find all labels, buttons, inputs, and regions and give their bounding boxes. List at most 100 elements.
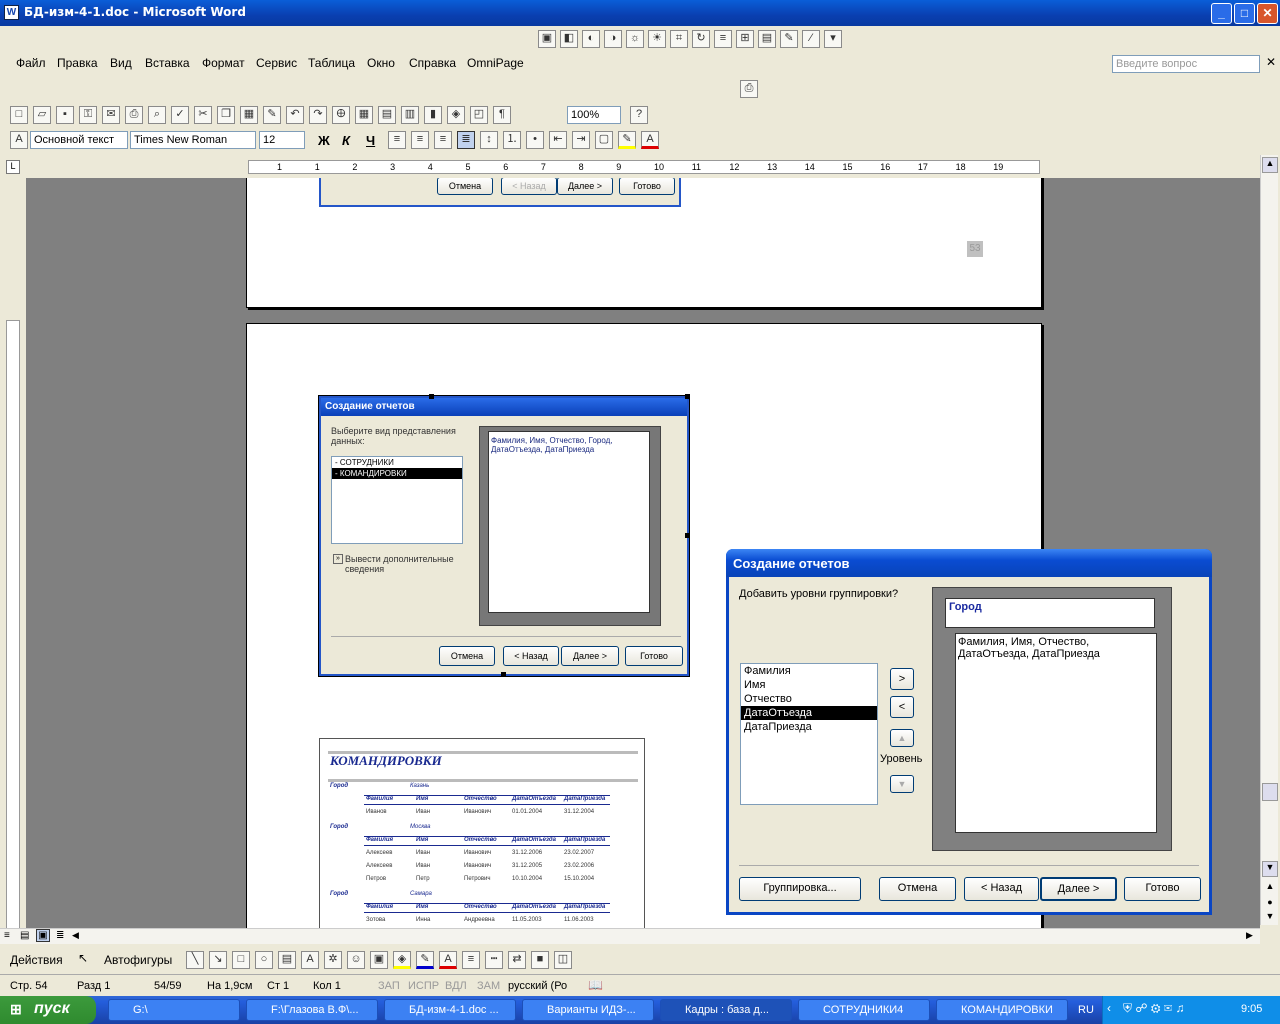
- bullets-icon[interactable]: •: [526, 131, 544, 149]
- picture-icon[interactable]: ▣: [370, 951, 388, 969]
- align-left-icon[interactable]: ≡: [388, 131, 406, 149]
- style-select[interactable]: Основной текст: [30, 131, 128, 149]
- line-style-icon[interactable]: ≡: [462, 951, 480, 969]
- small-dialog-image[interactable]: Создание отчетов Выберите вид представле…: [318, 395, 690, 677]
- priority-up-button[interactable]: ▲: [890, 729, 914, 747]
- tray-icons[interactable]: ⛨ ☍ ⚙ ✉ ♫: [1123, 1001, 1184, 1016]
- menu-file[interactable]: Файл: [16, 56, 46, 70]
- menu-table[interactable]: Таблица: [308, 56, 355, 70]
- permission-icon[interactable]: ⚿: [79, 106, 97, 124]
- scroll-right-icon[interactable]: ▶: [1246, 930, 1253, 941]
- undo-icon[interactable]: ↶: [286, 106, 304, 124]
- add-group-button[interactable]: >: [890, 668, 914, 690]
- copy-icon[interactable]: ❐: [217, 106, 235, 124]
- resize-handle[interactable]: [429, 394, 434, 399]
- resize-handle[interactable]: [685, 533, 690, 538]
- spelling-icon[interactable]: ✓: [171, 106, 189, 124]
- menu-edit[interactable]: Правка: [57, 56, 98, 70]
- insert-excel-icon[interactable]: ▥: [401, 106, 419, 124]
- rotate-icon[interactable]: ↻: [692, 30, 710, 48]
- hyperlink-icon[interactable]: 🜨: [332, 106, 350, 124]
- new-icon[interactable]: □: [10, 106, 28, 124]
- less-contrast-icon[interactable]: ◑: [604, 30, 622, 48]
- menu-format[interactable]: Формат: [202, 56, 245, 70]
- menu-view[interactable]: Вид: [110, 56, 132, 70]
- line-spacing-icon[interactable]: ↕: [480, 131, 498, 149]
- actions-menu[interactable]: Действия: [10, 953, 63, 967]
- drawing-icon[interactable]: ◈: [447, 106, 465, 124]
- fields-list[interactable]: Фамилия Имя Отчество ДатаОтъезда ДатаПриезда: [740, 663, 878, 805]
- numbering-icon[interactable]: ⒈: [503, 131, 521, 149]
- email-icon[interactable]: ✉: [102, 106, 120, 124]
- columns-icon[interactable]: ▮: [424, 106, 442, 124]
- close-doc-icon[interactable]: ✕: [1266, 55, 1276, 69]
- omnipage-icon[interactable]: ⎙: [740, 80, 758, 98]
- crop-icon[interactable]: ⌗: [670, 30, 688, 48]
- less-brightness-icon[interactable]: ☀: [648, 30, 666, 48]
- scroll-left-icon[interactable]: ◀: [72, 930, 79, 941]
- grouping-options-button[interactable]: Группировка...: [739, 877, 861, 901]
- field-list-item[interactable]: ДатаПриезда: [741, 720, 877, 734]
- scroll-thumb[interactable]: [1262, 783, 1278, 801]
- outline-view-icon[interactable]: ≣: [56, 930, 64, 941]
- rectangle-icon[interactable]: □: [232, 951, 250, 969]
- task-folder[interactable]: F:\Глазова В.Ф\...: [246, 999, 378, 1021]
- font-size-select[interactable]: 12: [259, 131, 305, 149]
- status-ext[interactable]: ВДЛ: [445, 980, 467, 992]
- print-icon[interactable]: ⎙: [125, 106, 143, 124]
- tab-selector[interactable]: L: [6, 160, 20, 174]
- horizontal-ruler[interactable]: 1 1 2 3 4 5 6 7 8 9 10 11 12 13 14 15 16 17 18 19: [248, 160, 1040, 174]
- vertical-scrollbar[interactable]: ▲ ▼ ▲ ● ▼: [1260, 155, 1278, 925]
- format-picture-icon[interactable]: ✎: [780, 30, 798, 48]
- maximize-button[interactable]: □: [1234, 3, 1255, 24]
- image-control-icon[interactable]: ◧: [560, 30, 578, 48]
- tray-expand-icon[interactable]: ‹: [1107, 1001, 1111, 1015]
- finish-button[interactable]: Готово: [1124, 877, 1201, 901]
- justify-icon[interactable]: ≣: [457, 131, 475, 149]
- browse-object-icon[interactable]: ●: [1262, 897, 1278, 911]
- show-hide-icon[interactable]: ¶: [493, 106, 511, 124]
- insert-picture-icon[interactable]: ▣: [538, 30, 556, 48]
- web-view-icon[interactable]: ▤: [20, 930, 29, 941]
- normal-view-icon[interactable]: ≡: [4, 930, 10, 941]
- oval-icon[interactable]: ○: [255, 951, 273, 969]
- help-icon[interactable]: ?: [630, 106, 648, 124]
- decrease-indent-icon[interactable]: ⇤: [549, 131, 567, 149]
- font-color-icon[interactable]: A: [439, 951, 457, 969]
- open-icon[interactable]: ▱: [33, 106, 51, 124]
- font-color-icon[interactable]: A: [641, 131, 659, 149]
- cut-icon[interactable]: ✂: [194, 106, 212, 124]
- font-select[interactable]: Times New Roman: [130, 131, 256, 149]
- scroll-up-icon[interactable]: ▲: [1262, 157, 1278, 173]
- horizontal-scrollbar[interactable]: ≡ ▤ ▣ ≣ ◀ ▶: [0, 928, 1260, 944]
- save-icon[interactable]: ▪: [56, 106, 74, 124]
- spelling-status-icon[interactable]: 📖: [588, 978, 603, 992]
- close-button[interactable]: ✕: [1257, 3, 1278, 24]
- menu-window[interactable]: Окно: [367, 56, 395, 70]
- language-indicator[interactable]: RU: [1078, 1004, 1094, 1016]
- menu-tools[interactable]: Сервис: [256, 56, 297, 70]
- more-brightness-icon[interactable]: ☼: [626, 30, 644, 48]
- resize-handle[interactable]: [685, 394, 690, 399]
- priority-down-button[interactable]: ▼: [890, 775, 914, 793]
- menu-insert[interactable]: Вставка: [145, 56, 190, 70]
- line-color-icon[interactable]: ✎: [416, 951, 434, 969]
- align-center-icon[interactable]: ≡: [411, 131, 429, 149]
- line-style-icon[interactable]: ≡: [714, 30, 732, 48]
- field-list-item[interactable]: ДатаОтъезда: [741, 706, 877, 720]
- fill-color-icon[interactable]: ◈: [393, 951, 411, 969]
- task-word-doc[interactable]: БД-изм-4-1.doc ...: [384, 999, 516, 1021]
- field-list-item[interactable]: Имя: [741, 678, 877, 692]
- field-list-item[interactable]: Отчество: [741, 692, 877, 706]
- grouping-dialog[interactable]: Создание отчетов Добавить уровни группир…: [726, 549, 1212, 915]
- document-map-icon[interactable]: ◰: [470, 106, 488, 124]
- increase-indent-icon[interactable]: ⇥: [572, 131, 590, 149]
- status-rec[interactable]: ЗАП: [378, 980, 400, 992]
- clipart-icon[interactable]: ☺: [347, 951, 365, 969]
- wordart-icon[interactable]: A: [301, 951, 319, 969]
- redo-icon[interactable]: ↷: [309, 106, 327, 124]
- status-ovr[interactable]: ЗАМ: [477, 980, 500, 992]
- task-access-db[interactable]: Кадры : база д...: [660, 999, 792, 1021]
- zoom-select[interactable]: 100%: [567, 106, 621, 124]
- minimize-button[interactable]: _: [1211, 3, 1232, 24]
